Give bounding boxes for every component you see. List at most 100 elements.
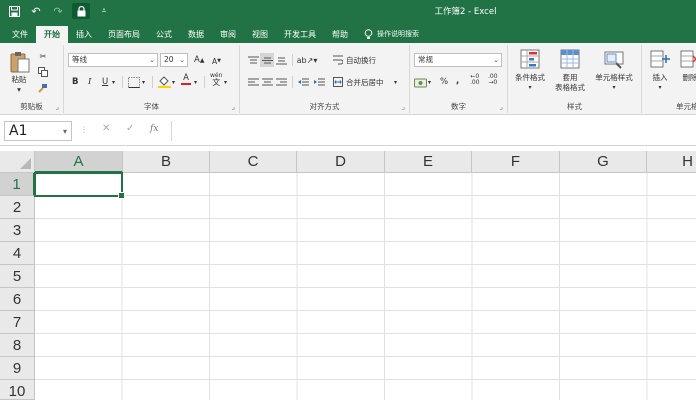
active-cell-a1[interactable] [34,172,125,199]
tab-view[interactable]: 视图 [244,26,276,43]
column-header-c[interactable]: C [210,151,297,173]
alignment-launcher-icon[interactable]: ⌟ [402,103,405,111]
divider [292,76,293,88]
tab-data[interactable]: 数据 [180,26,212,43]
formula-input[interactable] [171,121,696,141]
align-bottom-icon[interactable] [274,53,288,67]
fill-color-icon[interactable] [158,74,171,88]
column-header-h[interactable]: H [647,151,696,173]
comma-button[interactable]: , [456,74,459,88]
paste-label[interactable]: 粘贴 [6,75,32,85]
column-header-a[interactable]: A [35,151,123,173]
clipboard-launcher-icon[interactable]: ⌟ [56,103,59,111]
select-all-button[interactable] [0,151,35,173]
font-launcher-icon[interactable]: ⌟ [232,103,235,111]
decrease-decimal-button[interactable]: .00 →0 [488,74,498,88]
tab-page-layout[interactable]: 页面布局 [100,26,148,43]
name-box[interactable]: A1 ▾ [4,121,72,141]
insert-cells-button[interactable]: 插入 [646,73,674,83]
row-header-7[interactable]: 7 [0,311,35,334]
copy-icon[interactable] [36,65,50,79]
font-size-combo[interactable]: 20 ⌄ [160,53,188,67]
row-header-3[interactable]: 3 [0,219,35,242]
shrink-font-button[interactable]: A ▼ [212,54,221,68]
number-launcher-icon[interactable]: ⌟ [500,103,503,111]
increase-indent-icon[interactable] [312,75,326,89]
merge-center-button[interactable]: 合并后居中 [346,75,384,89]
borders-dropdown-icon[interactable]: ▾ [142,75,145,89]
row-header-1[interactable]: 1 [0,173,35,196]
tab-developer[interactable]: 开发工具 [276,26,324,43]
column-header-b[interactable]: B [123,151,210,173]
tab-review[interactable]: 审阅 [212,26,244,43]
conditional-formatting-icon[interactable] [520,49,540,69]
underline-button[interactable]: U [102,75,108,89]
number-format-combo[interactable]: 常规 ⌄ [414,53,502,67]
align-middle-icon[interactable] [260,53,274,67]
insert-function-icon[interactable]: fx [150,124,158,134]
font-color-dropdown-icon[interactable]: ▾ [194,75,197,89]
font-color-button[interactable]: A [181,73,191,87]
cancel-icon[interactable]: ✕ [102,123,110,134]
row-header-10[interactable]: 10 [0,380,35,400]
align-left-icon[interactable] [246,75,260,89]
cell-styles-dropdown-icon[interactable]: ▾ [608,83,620,93]
font-name-combo[interactable]: 等线 ⌄ [68,53,158,67]
conditional-formatting-button[interactable]: 条件格式 [510,73,550,83]
enter-check-icon[interactable]: ✓ [126,123,134,134]
row-header-2[interactable]: 2 [0,196,35,219]
cut-icon[interactable]: ✂ [36,49,50,63]
borders-icon[interactable] [128,75,140,89]
cell-area[interactable] [35,173,696,400]
row-header-5[interactable]: 5 [0,265,35,288]
phonetic-dropdown-icon[interactable]: ▾ [224,75,227,89]
tab-help[interactable]: 帮助 [324,26,356,43]
decrease-indent-icon[interactable] [296,75,310,89]
percent-button[interactable]: % [440,75,448,89]
formula-bar-resize-handle[interactable]: ⋮ [80,125,88,134]
format-as-table-icon[interactable] [560,49,580,69]
format-painter-icon[interactable] [36,81,50,95]
row-header-6[interactable]: 6 [0,288,35,311]
phonetic-button[interactable]: wén 文 [210,72,222,87]
accounting-format-icon[interactable]: ▾ [414,75,431,89]
paste-icon[interactable] [10,51,30,73]
tab-home[interactable]: 开始 [36,26,68,43]
format-as-table-line1[interactable]: 套用 [554,73,586,83]
row-header-8[interactable]: 8 [0,334,35,357]
column-header-f[interactable]: F [472,151,560,173]
delete-cells-button[interactable]: 删除 [676,73,696,83]
column-header-g[interactable]: G [560,151,647,173]
increase-decimal-button[interactable]: ←0.00 [470,74,480,88]
wrap-text-button[interactable]: 自动换行 [346,53,376,67]
wrap-text-icon[interactable] [332,53,344,67]
insert-cells-icon[interactable] [650,49,670,69]
format-as-table-line2[interactable]: 表格格式 [548,83,592,93]
align-center-icon[interactable] [260,75,274,89]
column-header-d[interactable]: D [297,151,385,173]
fill-color-dropdown-icon[interactable]: ▾ [172,75,175,89]
orientation-icon[interactable]: ab↗▾ [296,53,318,67]
tab-insert[interactable]: 插入 [68,26,100,43]
delete-cells-icon[interactable] [680,49,696,69]
chevron-down-icon[interactable]: ▾ [63,123,67,141]
paste-dropdown-icon[interactable]: ▾ [13,85,25,95]
conditional-formatting-dropdown-icon[interactable]: ▾ [524,83,536,93]
column-header-e[interactable]: E [385,151,472,173]
cell-styles-icon[interactable] [604,49,624,69]
cell-styles-button[interactable]: 单元格样式 [588,73,640,83]
row-header-9[interactable]: 9 [0,357,35,380]
tab-formulas[interactable]: 公式 [148,26,180,43]
align-right-icon[interactable] [274,75,288,89]
tell-me-search[interactable]: 操作说明搜索 [356,26,427,43]
align-top-icon[interactable] [246,53,260,67]
merge-dropdown-icon[interactable]: ▾ [394,75,397,89]
merge-center-icon[interactable] [332,75,344,89]
italic-button[interactable]: I [88,75,91,89]
underline-dropdown-icon[interactable]: ▾ [112,75,115,89]
tab-file[interactable]: 文件 [4,26,36,43]
grow-font-button[interactable]: A ▲ [194,53,204,67]
bold-button[interactable]: B [72,75,78,89]
insert-dropdown-icon[interactable]: ▾ [654,83,666,93]
row-header-4[interactable]: 4 [0,242,35,265]
